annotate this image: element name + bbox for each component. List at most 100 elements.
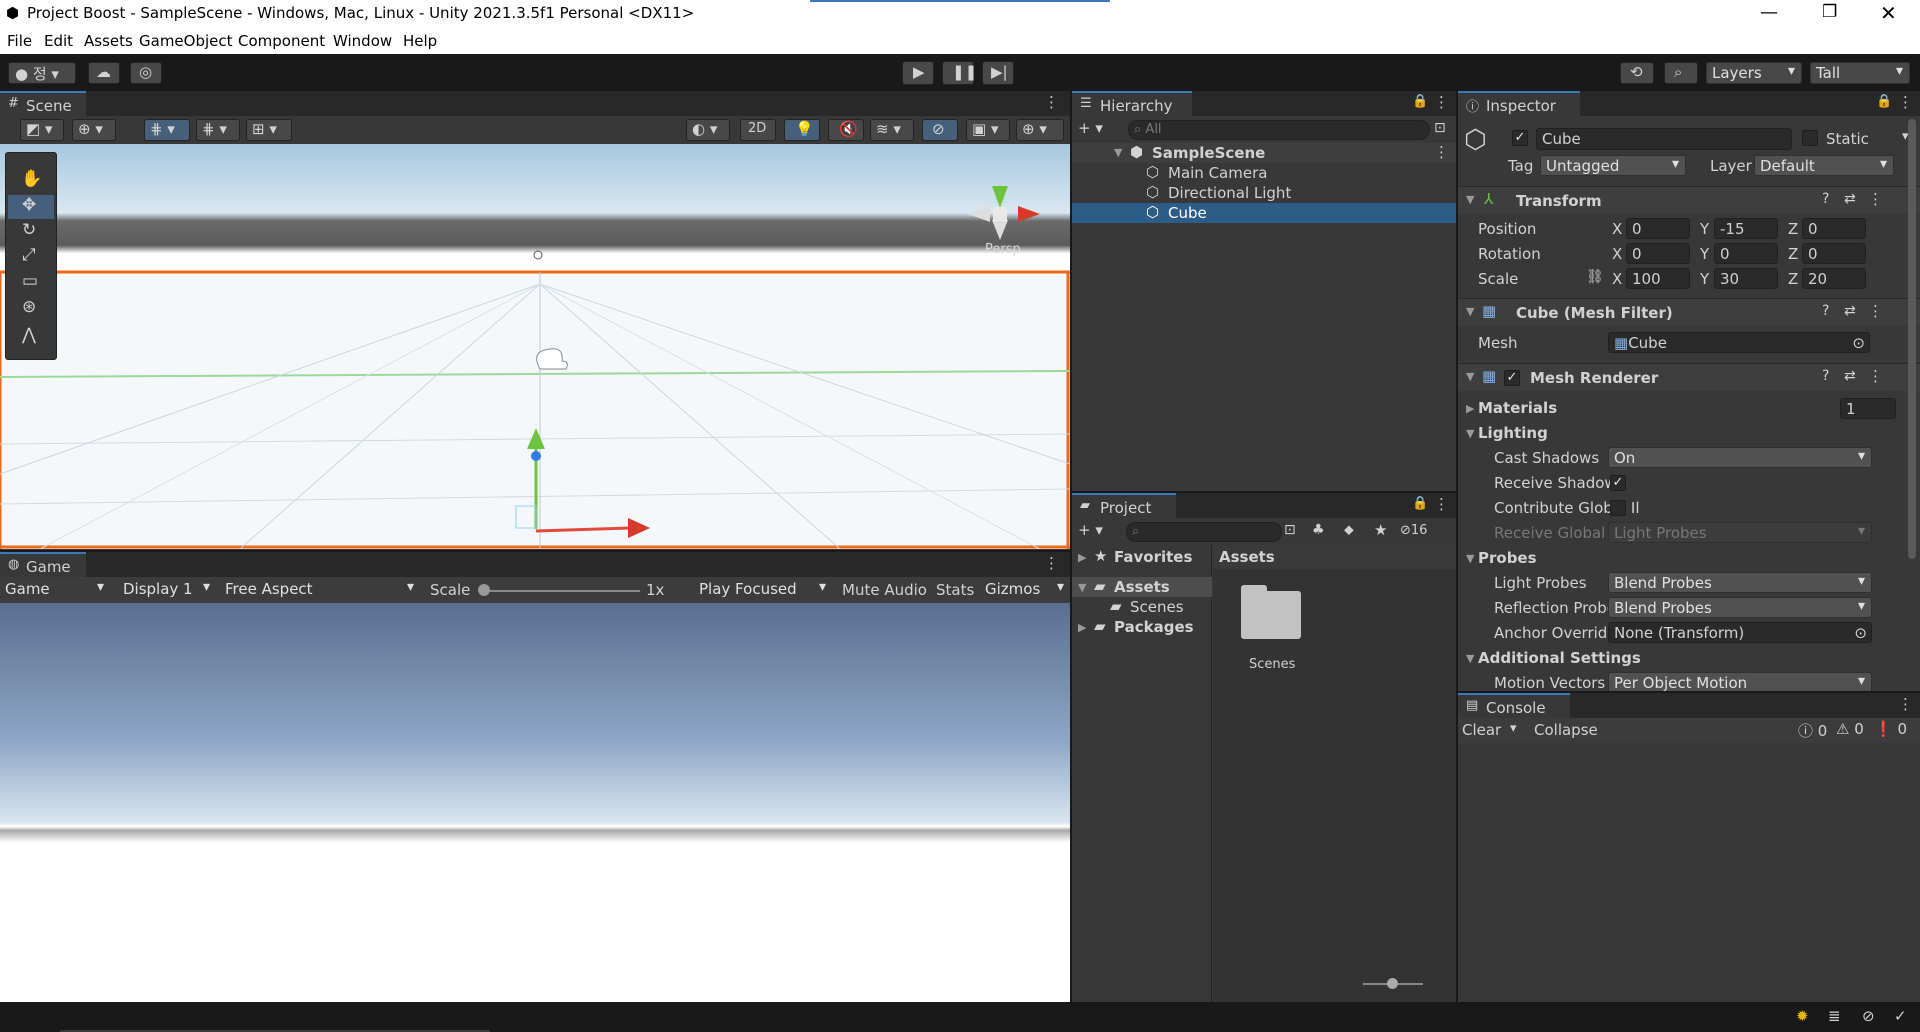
cache-server-icon[interactable]: ≣: [1828, 1007, 1841, 1025]
rotation-z-input[interactable]: 0: [1802, 243, 1866, 264]
lock-icon[interactable]: 🔒: [1876, 94, 1892, 109]
aspect-dropdown[interactable]: Free Aspect: [220, 579, 420, 601]
collab-status-icon[interactable]: ⊘: [1862, 1007, 1875, 1025]
mute-audio-button[interactable]: Mute Audio: [842, 581, 927, 599]
cast-shadows-dropdown[interactable]: On: [1608, 447, 1872, 468]
tag-dropdown[interactable]: Untagged: [1540, 155, 1686, 176]
scale-z-input[interactable]: 20: [1802, 268, 1866, 289]
rotation-x-input[interactable]: 0: [1626, 243, 1690, 264]
preset-icon[interactable]: ⇄: [1844, 303, 1856, 319]
position-y-input[interactable]: -15: [1714, 218, 1778, 239]
draw-mode-button[interactable]: ◩ ▾: [20, 119, 64, 141]
mesh-renderer-header[interactable]: ▼ ▦ ✓ Mesh Renderer ? ⇄ ⋮: [1458, 363, 1920, 391]
favorites-item[interactable]: Favorites: [1114, 548, 1192, 566]
layout-dropdown[interactable]: Tall: [1810, 62, 1910, 84]
scale-tool-icon[interactable]: ⤢: [22, 245, 36, 265]
menu-edit[interactable]: Edit: [44, 32, 73, 50]
tab-inspector[interactable]: ⓘ Inspector: [1458, 91, 1580, 116]
scale-y-input[interactable]: 30: [1714, 268, 1778, 289]
expand-icon[interactable]: ▶: [1466, 402, 1474, 415]
lighting-toggle-button[interactable]: 💡: [784, 119, 820, 141]
component-menu-icon[interactable]: ⋮: [1868, 302, 1883, 320]
search-by-type-icon[interactable]: ⊡: [1284, 522, 1296, 538]
assets-item[interactable]: Assets: [1114, 578, 1170, 596]
position-z-input[interactable]: 0: [1802, 218, 1866, 239]
clear-button[interactable]: Clear: [1462, 721, 1501, 739]
constrain-proportions-icon[interactable]: ⛓: [1586, 269, 1604, 285]
grid-snap-button[interactable]: ⋕ ▾: [144, 119, 190, 141]
tab-project[interactable]: ▰ Project: [1072, 493, 1176, 518]
error-count-icon[interactable]: ❗ 0: [1874, 720, 1907, 738]
scale-x-input[interactable]: 100: [1626, 268, 1690, 289]
menu-file[interactable]: File: [7, 32, 32, 50]
inspector-menu-icon[interactable]: ⋮: [1898, 93, 1913, 111]
expand-icon[interactable]: ▼: [1114, 146, 1122, 159]
materials-count-input[interactable]: 1: [1840, 398, 1896, 419]
filter-label-icon[interactable]: ⬥: [1344, 522, 1354, 538]
expand-icon[interactable]: ▼: [1078, 581, 1086, 594]
renderer-enabled-checkbox[interactable]: ✓: [1504, 370, 1520, 386]
collapse-icon[interactable]: ▼: [1466, 652, 1474, 665]
packages-item[interactable]: Packages: [1114, 618, 1194, 636]
expand-icon[interactable]: ▶: [1078, 621, 1086, 634]
component-menu-icon[interactable]: ⋮: [1868, 367, 1883, 385]
play-mode-dropdown[interactable]: Play Focused: [694, 579, 832, 601]
create-button[interactable]: + ▾: [1078, 119, 1103, 137]
transform-header[interactable]: ▼ ⅄ Transform ? ⇄ ⋮: [1458, 186, 1920, 214]
hidden-packages-icon[interactable]: ⊘16: [1400, 523, 1427, 538]
collapse-icon[interactable]: ▼: [1466, 427, 1474, 440]
collapse-icon[interactable]: ▼: [1466, 305, 1474, 318]
preset-icon[interactable]: ⇄: [1844, 191, 1856, 207]
scale-slider-thumb[interactable]: [478, 584, 490, 596]
scenes-folder-label[interactable]: Scenes: [1249, 657, 1295, 672]
tab-game[interactable]: ◍ Game: [0, 552, 86, 577]
motion-vectors-dropdown[interactable]: Per Object Motion: [1608, 672, 1872, 691]
anchor-override-field[interactable]: None (Transform) ⊙: [1608, 622, 1872, 643]
filter-type-icon[interactable]: ♣: [1312, 522, 1325, 538]
game-menu-icon[interactable]: ⋮: [1044, 554, 1059, 572]
probes-label[interactable]: Probes: [1478, 549, 1537, 567]
tab-hierarchy[interactable]: ☰ Hierarchy: [1072, 91, 1192, 116]
hierarchy-search-input[interactable]: ⌕ All: [1128, 120, 1430, 140]
scenes-item[interactable]: Scenes: [1130, 598, 1184, 616]
additional-settings-label[interactable]: Additional Settings: [1478, 649, 1641, 667]
inspector-scrollbar[interactable]: [1908, 119, 1916, 559]
light-probes-dropdown[interactable]: Blend Probes: [1608, 572, 1872, 593]
close-button[interactable]: ✕: [1880, 1, 1897, 25]
shading-mode-button[interactable]: ◐ ▾: [686, 119, 730, 141]
collapse-icon[interactable]: ▼: [1466, 552, 1474, 565]
collab-button[interactable]: ◎: [130, 62, 162, 84]
project-menu-icon[interactable]: ⋮: [1434, 495, 1449, 513]
menu-component[interactable]: Component: [238, 32, 325, 50]
display-dropdown[interactable]: Display 1: [118, 579, 216, 601]
help-icon[interactable]: ?: [1822, 368, 1829, 384]
layer-dropdown[interactable]: Default: [1754, 155, 1894, 176]
active-checkbox[interactable]: ✓: [1512, 130, 1528, 146]
scene-menu-icon[interactable]: ⋮: [1044, 93, 1059, 111]
zoom-slider-thumb[interactable]: [1387, 978, 1398, 989]
console-menu-icon[interactable]: ⋮: [1898, 695, 1913, 713]
breadcrumb-assets[interactable]: Assets: [1219, 548, 1275, 566]
hierarchy-item-selected[interactable]: ⬡ Cube: [1072, 203, 1456, 223]
restore-button[interactable]: ❐: [1822, 2, 1837, 22]
rect-tool-icon[interactable]: ▭: [22, 271, 38, 291]
object-picker-icon[interactable]: ⊙: [1854, 624, 1867, 642]
lighting-label[interactable]: Lighting: [1478, 424, 1548, 442]
game-view-dropdown[interactable]: Game: [0, 579, 110, 601]
reflection-probes-dropdown[interactable]: Blend Probes: [1608, 597, 1872, 618]
lock-icon[interactable]: 🔒: [1412, 94, 1428, 109]
hand-tool-icon[interactable]: ✋: [21, 169, 42, 189]
menu-help[interactable]: Help: [403, 32, 437, 50]
collapse-icon[interactable]: ▼: [1466, 370, 1474, 383]
position-x-input[interactable]: 0: [1626, 218, 1690, 239]
toggle-2d-button[interactable]: 2D: [740, 119, 776, 141]
move-tool-icon[interactable]: ✥: [22, 195, 36, 215]
gizmos-dropdown[interactable]: Gizmos: [980, 579, 1070, 601]
scene-viewport[interactable]: Persp ✋ ✥ ↻ ⤢ ▭ ⊛ ⋀: [0, 144, 1070, 549]
layers-dropdown[interactable]: Layers: [1706, 62, 1802, 84]
audio-toggle-button[interactable]: 🔇: [828, 119, 864, 141]
project-create-button[interactable]: + ▾: [1078, 521, 1103, 539]
scene-search-icon[interactable]: ⊡: [1434, 120, 1446, 136]
mesh-filter-header[interactable]: ▼ ▦ Cube (Mesh Filter) ? ⇄ ⋮: [1458, 298, 1920, 326]
transform-tool-icon[interactable]: ⊛: [22, 297, 36, 317]
